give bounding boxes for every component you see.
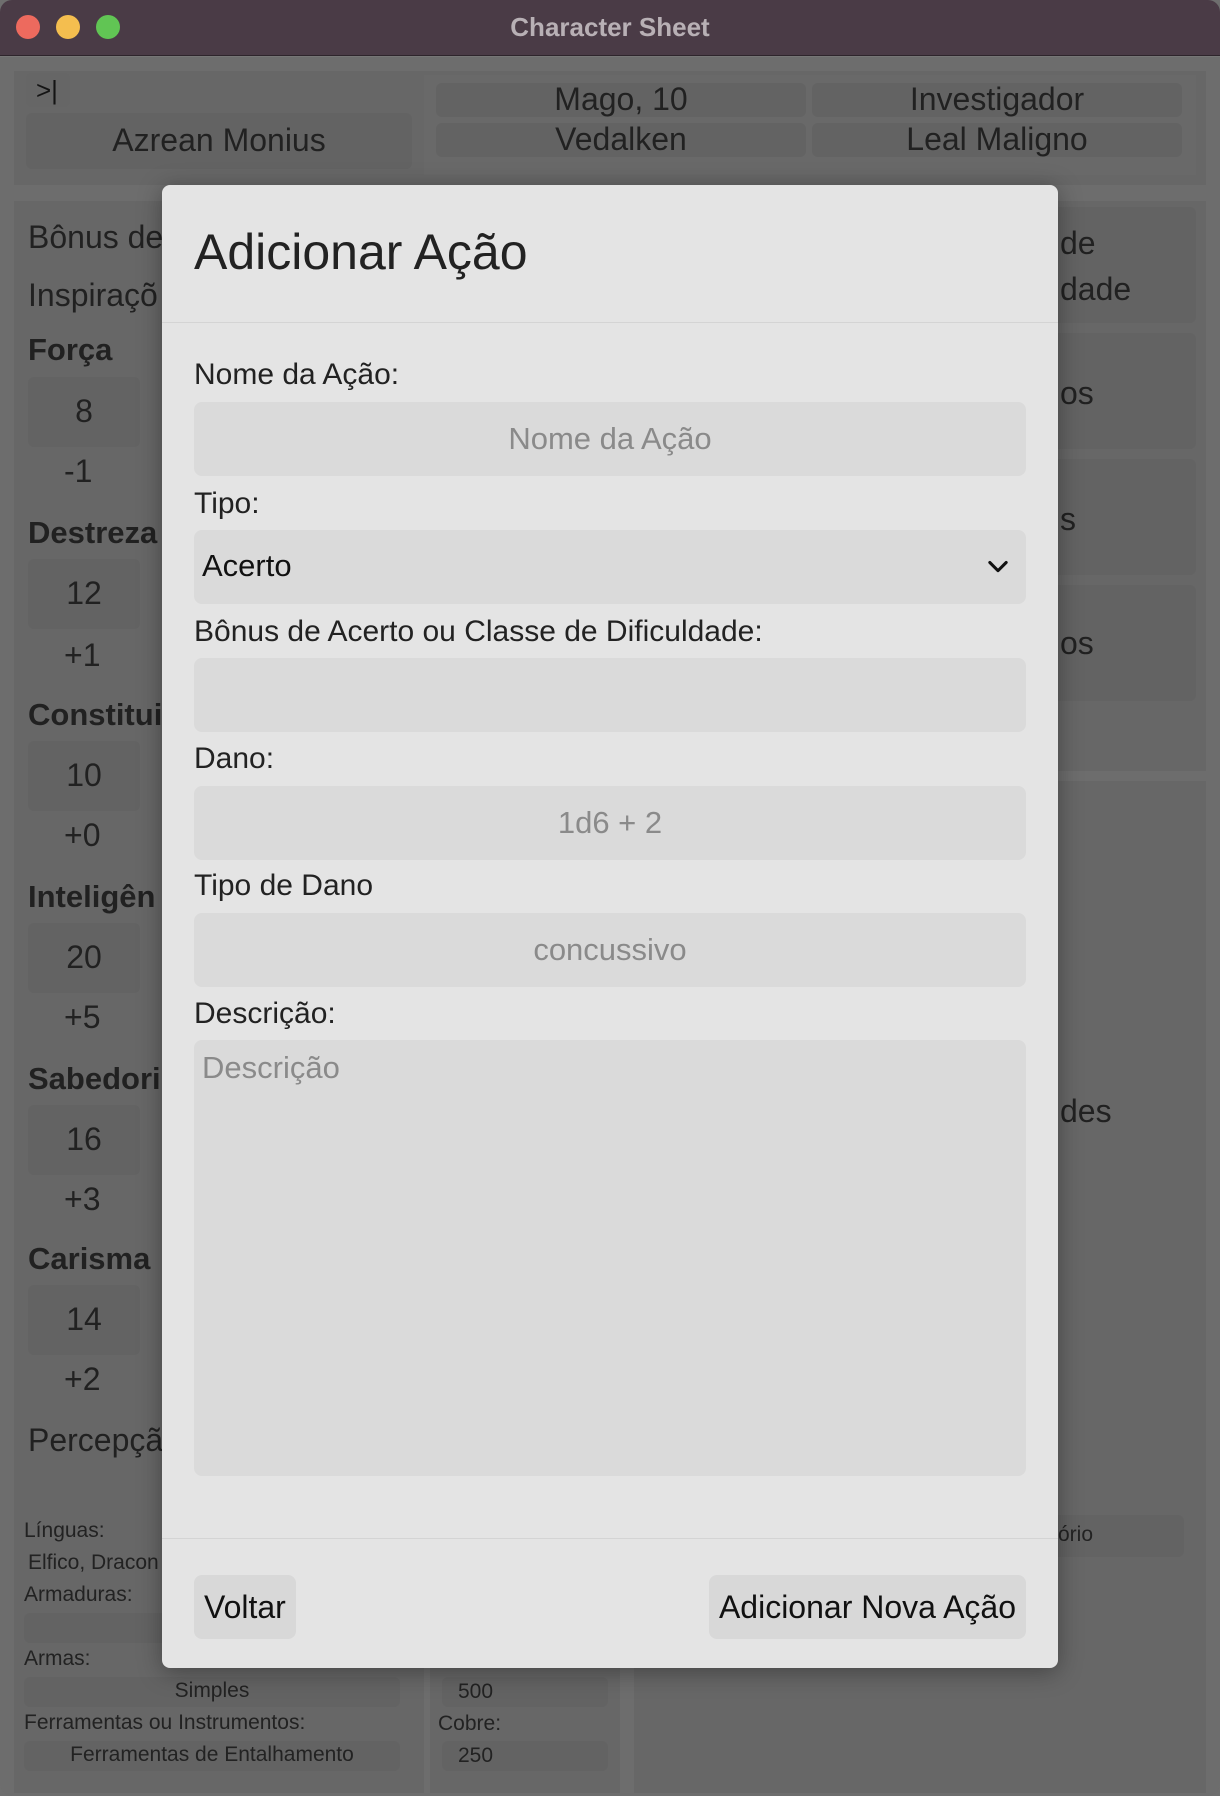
- inventory-fragment: ório: [1058, 1523, 1094, 1546]
- app-window: Character Sheet >| Azrean Monius Mago, 1…: [0, 0, 1220, 1796]
- ability-score: 10: [66, 757, 102, 793]
- class-level: Mago, 10: [554, 81, 688, 117]
- ability-modifier: -1: [64, 453, 93, 489]
- tools-label: Ferramentas ou Instrumentos:: [24, 1711, 306, 1734]
- right-fragment: os: [1060, 625, 1094, 661]
- tools-value: Ferramentas de Entalhamento: [70, 1743, 354, 1766]
- sidebar-toggle-button[interactable]: >|: [26, 73, 70, 107]
- ability-name: Constitui: [28, 697, 163, 732]
- background: Investigador: [909, 81, 1085, 117]
- type-label: Tipo:: [194, 487, 260, 520]
- alignment: Leal Maligno: [906, 121, 1088, 157]
- action-name-input[interactable]: [194, 402, 1026, 476]
- dialog-footer: Voltar Adicionar Nova Ação: [162, 1538, 1058, 1668]
- right-fragment: des: [1060, 1093, 1112, 1129]
- copper-value: 250: [458, 1744, 494, 1767]
- sidebar-toggle-icon: >|: [36, 75, 58, 105]
- weapons-label: Armas:: [24, 1647, 91, 1670]
- ability-score: 14: [66, 1301, 102, 1337]
- ability-name: Inteligên: [28, 879, 156, 914]
- right-fragment: dade: [1060, 271, 1132, 307]
- damage-label: Dano:: [194, 742, 275, 775]
- damage-input[interactable]: [194, 786, 1026, 860]
- dialog-title: Adicionar Ação: [194, 224, 528, 280]
- window-title: Character Sheet: [510, 12, 710, 42]
- proficiency-bonus-label: Bônus de: [28, 219, 164, 255]
- right-fragment: os: [1060, 375, 1094, 411]
- ability-name: Sabedori: [28, 1061, 161, 1096]
- ability-modifier: +5: [64, 999, 101, 1035]
- description-textarea[interactable]: [194, 1040, 1026, 1476]
- ability-score: 16: [66, 1121, 102, 1157]
- chevron-down-icon: [988, 560, 1008, 573]
- ability-score: 12: [66, 575, 102, 611]
- ability-name: Destreza: [28, 515, 158, 550]
- armor-label: Armaduras:: [24, 1583, 133, 1606]
- weapons-value: Simples: [174, 1679, 250, 1702]
- copper-label: Cobre:: [438, 1712, 502, 1735]
- dialog-header: Adicionar Ação: [162, 185, 1058, 323]
- add-action-dialog: Adicionar Ação Nome da Ação: Tipo: Acert…: [162, 185, 1058, 1668]
- type-select[interactable]: Acerto: [194, 530, 1026, 604]
- ability-modifier: +1: [64, 637, 101, 673]
- ability-score: 20: [66, 939, 102, 975]
- inspiration-label: Inspiraçõ: [28, 277, 158, 313]
- perception-label: Percepçã: [28, 1422, 164, 1458]
- description-label: Descrição:: [194, 997, 336, 1030]
- action-name-label: Nome da Ação:: [194, 358, 400, 391]
- damage-type-label: Tipo de Dano: [194, 869, 374, 902]
- coin-value: 500: [458, 1680, 494, 1703]
- hit-bonus-input[interactable]: [194, 658, 1026, 732]
- ability-name: Força: [28, 332, 113, 367]
- ability-name: Carisma: [28, 1241, 151, 1276]
- character-name: Azrean Monius: [112, 122, 326, 158]
- damage-type-input[interactable]: [194, 913, 1026, 987]
- right-fragment: s: [1060, 501, 1076, 537]
- race: Vedalken: [555, 121, 687, 157]
- type-select-value: Acerto: [202, 548, 292, 583]
- ability-modifier: +3: [64, 1181, 101, 1217]
- ability-modifier: +0: [64, 817, 101, 853]
- languages-label: Línguas:: [24, 1519, 105, 1542]
- back-button[interactable]: Voltar: [194, 1575, 296, 1639]
- add-action-button[interactable]: Adicionar Nova Ação: [708, 1575, 1026, 1639]
- right-fragment: de: [1060, 225, 1096, 261]
- ability-score: 8: [75, 393, 93, 429]
- hit-bonus-label: Bônus de Acerto ou Classe de Dificuldade…: [194, 615, 763, 648]
- ability-modifier: +2: [64, 1361, 101, 1397]
- languages-value: Elfico, Dracon: [28, 1551, 159, 1574]
- title-bar[interactable]: Character Sheet: [0, 0, 1220, 56]
